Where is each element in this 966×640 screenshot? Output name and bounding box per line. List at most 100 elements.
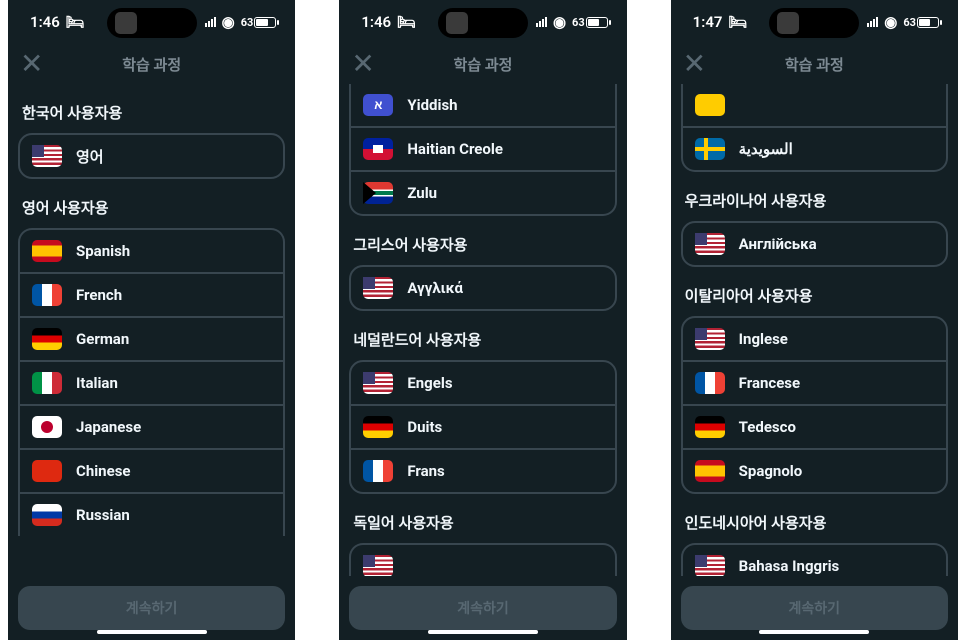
status-time: 1:46 <box>361 13 391 31</box>
section-label: 네덜란드어 사용자용 <box>353 329 612 350</box>
language-name: Duits <box>407 418 442 436</box>
status-left: 1:47 🛏 <box>693 13 748 31</box>
dynamic-island <box>769 8 859 38</box>
page-title: 학습 과정 <box>454 54 513 75</box>
status-right: ◉ 63 <box>536 13 611 31</box>
language-group: Yiddish Haitian Creole Zulu <box>349 84 616 216</box>
section-label: 그리스어 사용자용 <box>353 234 612 255</box>
language-row[interactable]: Zulu <box>351 172 614 214</box>
close-icon[interactable]: ✕ <box>351 50 374 78</box>
language-name: Yiddish <box>407 96 457 114</box>
phone-screen-1: 1:46 🛏 ◉ 63 ✕ 학습 과정 한국어 사용자용영어영어 사용자용Spa… <box>8 0 295 640</box>
language-name: Spanish <box>76 242 130 260</box>
language-row[interactable]: Duits <box>351 406 614 450</box>
wifi-icon: ◉ <box>884 13 897 31</box>
status-time: 1:46 <box>30 13 60 31</box>
flag-ru-icon <box>32 504 62 526</box>
language-row[interactable]: Yiddish <box>351 84 614 128</box>
page-header: ✕ 학습 과정 <box>339 44 626 84</box>
language-row[interactable]: Spanish <box>20 230 283 274</box>
language-name: Spagnolo <box>739 462 803 480</box>
flag-us-icon <box>363 372 393 394</box>
close-icon[interactable]: ✕ <box>683 50 706 78</box>
flag-us-icon <box>363 555 393 576</box>
home-indicator[interactable] <box>428 630 538 634</box>
wifi-icon: ◉ <box>222 13 235 31</box>
language-name: French <box>76 286 122 304</box>
language-row[interactable] <box>683 84 946 128</box>
language-row[interactable] <box>351 545 614 576</box>
page-title: 학습 과정 <box>122 54 181 75</box>
language-group <box>349 543 616 576</box>
content-scroll[interactable]: 한국어 사용자용영어영어 사용자용SpanishFrenchGermanItal… <box>8 84 295 576</box>
language-row[interactable]: Frans <box>351 450 614 492</box>
status-left: 1:46 🛏 <box>30 13 85 31</box>
language-row[interactable]: Tedesco <box>683 406 946 450</box>
home-indicator[interactable] <box>97 630 207 634</box>
battery-icon: 63 <box>903 16 942 29</box>
battery-level: 63 <box>572 16 585 29</box>
language-row[interactable]: Japanese <box>20 406 283 450</box>
language-name: Frans <box>407 462 444 480</box>
language-row[interactable]: Chinese <box>20 450 283 494</box>
language-row[interactable]: Russian <box>20 494 283 536</box>
language-name: Zulu <box>407 184 437 202</box>
dynamic-island <box>107 8 197 38</box>
section-label: 인도네시아어 사용자용 <box>685 512 944 533</box>
language-row[interactable]: Англійська <box>683 223 946 265</box>
status-right: ◉ 63 <box>205 13 280 31</box>
language-row[interactable]: French <box>20 274 283 318</box>
flag-za-icon <box>363 182 393 204</box>
language-group: 영어 <box>18 133 285 179</box>
language-name: Haitian Creole <box>407 140 503 158</box>
language-row[interactable]: Spagnolo <box>683 450 946 492</box>
language-row[interactable]: Haitian Creole <box>351 128 614 172</box>
section-label: 우크라이나어 사용자용 <box>685 190 944 211</box>
flag-se-icon <box>695 138 725 160</box>
flag-us-icon <box>695 233 725 255</box>
language-row[interactable]: Bahasa Inggris <box>683 545 946 576</box>
status-right: ◉ 63 <box>867 13 942 31</box>
language-group: Engels Duits Frans <box>349 360 616 494</box>
language-name: German <box>76 330 129 348</box>
flag-jp-icon <box>32 416 62 438</box>
flag-us-icon <box>32 145 62 167</box>
status-bar: 1:46 🛏 ◉ 63 <box>339 0 626 44</box>
language-name: Chinese <box>76 462 131 480</box>
bed-icon: 🛏 <box>397 13 416 31</box>
language-name: Japanese <box>76 418 141 436</box>
flag-yi-icon <box>363 94 393 116</box>
language-row[interactable]: Inglese <box>683 318 946 362</box>
content-scroll[interactable]: Yiddish Haitian Creole Zulu 그리스어 사용자용 Αγγλικ… <box>339 84 626 576</box>
language-name: Αγγλικά <box>407 279 463 297</box>
home-indicator[interactable] <box>759 630 869 634</box>
flag-us-icon <box>695 555 725 576</box>
language-row[interactable]: السويدية <box>683 128 946 170</box>
battery-level: 63 <box>241 16 254 29</box>
language-row[interactable]: Αγγλικά <box>351 267 614 309</box>
flag-de-icon <box>363 416 393 438</box>
language-row[interactable]: Italian <box>20 362 283 406</box>
battery-icon: 63 <box>572 16 611 29</box>
content-scroll[interactable]: السويدية우크라이나어 사용자용Англійська이탈리아어 사용자용I… <box>671 84 958 576</box>
flag-es-icon <box>32 240 62 262</box>
language-name: Inglese <box>739 330 788 348</box>
language-row[interactable]: Engels <box>351 362 614 406</box>
phone-screen-2: 1:46 🛏 ◉ 63 ✕ 학습 과정 Yiddish Haitian Creol… <box>339 0 626 640</box>
status-bar: 1:46 🛏 ◉ 63 <box>8 0 295 44</box>
language-group: Spanish French German Italian Japanese Chines… <box>18 228 285 536</box>
continue-button[interactable]: 계속하기 <box>349 586 616 630</box>
bed-icon: 🛏 <box>66 13 85 31</box>
flag-fr-icon <box>32 284 62 306</box>
language-row[interactable]: Francese <box>683 362 946 406</box>
flag-us-icon <box>363 277 393 299</box>
continue-button[interactable]: 계속하기 <box>18 586 285 630</box>
language-row[interactable]: German <box>20 318 283 362</box>
language-name: Francese <box>739 374 800 392</box>
language-name: Bahasa Inggris <box>739 557 840 575</box>
close-icon[interactable]: ✕ <box>20 50 43 78</box>
section-label: 한국어 사용자용 <box>22 102 281 123</box>
language-name: السويدية <box>739 140 793 158</box>
continue-button[interactable]: 계속하기 <box>681 586 948 630</box>
language-row[interactable]: 영어 <box>20 135 283 177</box>
